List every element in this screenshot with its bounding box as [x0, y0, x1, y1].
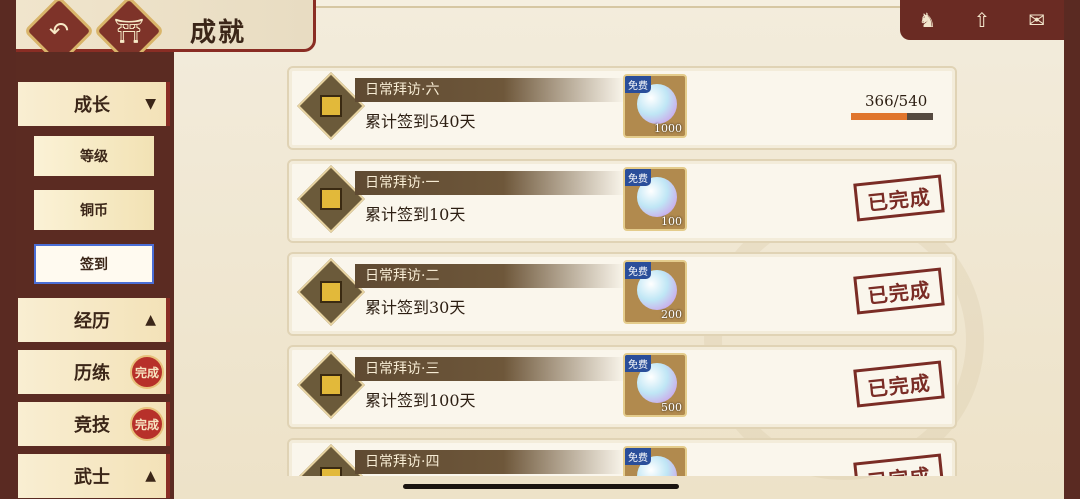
- top-strip: [300, 0, 900, 8]
- home-indicator[interactable]: [403, 484, 679, 489]
- achievement-desc: 累计签到30天: [365, 298, 466, 317]
- free-tag: 免费: [625, 355, 651, 372]
- achievement-name: 日常拜访·三: [355, 357, 625, 381]
- achievement-card: 日常拜访·六 累计签到540天 免费 1000 366/540: [287, 66, 957, 150]
- reward-qty: 1000: [654, 122, 682, 135]
- achievement-card: 日常拜访·二 累计签到30天 免费 200 已完成: [287, 252, 957, 336]
- completed-stamp: 已完成: [853, 453, 945, 476]
- achievement-name: 日常拜访·一: [355, 171, 625, 195]
- complete-badge-icon: 完成: [130, 355, 164, 389]
- reward-qty: 500: [661, 401, 682, 414]
- top-right-toolbar: ♞ ⇧ ✉: [900, 0, 1064, 40]
- sidebar: 成长 ▼ 等级 铜币 签到 经历 ▲ 历练 完成 竞技 完成 武士 ▲: [16, 52, 174, 499]
- left-frame: [0, 0, 16, 499]
- sidebar-sub-label: 等级: [80, 149, 108, 165]
- reward-item[interactable]: 免费 100: [623, 167, 687, 231]
- reward-qty: 200: [661, 308, 682, 321]
- page-title: 成就: [190, 18, 247, 48]
- sidebar-item-label: 竞技: [74, 415, 110, 436]
- sidebar-sub-label: 铜币: [80, 203, 108, 219]
- achievement-card: 日常拜访·三 累计签到100天 免费 500 已完成: [287, 345, 957, 429]
- reward-item[interactable]: 免费: [623, 446, 687, 476]
- complete-badge-icon: 完成: [130, 407, 164, 441]
- free-tag: 免费: [625, 76, 651, 93]
- home-gate-icon: ⛩: [113, 17, 145, 45]
- sidebar-item-growth[interactable]: 成长 ▼: [18, 82, 170, 126]
- sidebar-item-arena[interactable]: 竞技 完成: [18, 402, 170, 446]
- achievement-name: 日常拜访·二: [355, 264, 625, 288]
- achievement-name: 日常拜访·四: [355, 450, 625, 474]
- achievement-list[interactable]: 日常拜访·六 累计签到540天 免费 1000 366/540 日常拜访·一 累…: [280, 58, 970, 476]
- helmet-icon[interactable]: ♞: [912, 7, 942, 33]
- sidebar-sub-label: 签到: [80, 257, 108, 273]
- reward-qty: 100: [661, 215, 682, 228]
- progress-fill: [851, 113, 907, 120]
- back-arrow-icon: ↶: [48, 17, 70, 45]
- achievement-desc: 累计签到540天: [365, 112, 476, 131]
- sidebar-item-label: 武士: [74, 467, 110, 488]
- completed-stamp: 已完成: [853, 267, 945, 315]
- sidebar-item-label: 历练: [74, 363, 110, 384]
- chevron-down-icon: ▼: [145, 96, 156, 112]
- sidebar-item-samurai[interactable]: 武士 ▲: [18, 454, 170, 498]
- upgrade-arrow-icon[interactable]: ⇧: [967, 7, 997, 33]
- reward-item[interactable]: 免费 500: [623, 353, 687, 417]
- sidebar-item-experience[interactable]: 经历 ▲: [18, 298, 170, 342]
- progress-text: 366/540: [865, 92, 928, 110]
- completed-stamp: 已完成: [853, 174, 945, 222]
- sidebar-sub-level[interactable]: 等级: [34, 136, 154, 176]
- completed-stamp: 已完成: [853, 360, 945, 408]
- chevron-up-icon: ▲: [145, 468, 156, 484]
- sidebar-sub-signin[interactable]: 签到: [34, 244, 154, 284]
- sidebar-item-label: 成长: [74, 95, 110, 116]
- reward-item[interactable]: 免费 200: [623, 260, 687, 324]
- achievement-card: 日常拜访·一 累计签到10天 免费 100 已完成: [287, 159, 957, 243]
- achievement-card: 日常拜访·四 免费 已完成: [287, 438, 957, 476]
- achievement-desc: 累计签到10天: [365, 205, 466, 224]
- sidebar-item-training[interactable]: 历练 完成: [18, 350, 170, 394]
- progress-bar: [851, 113, 933, 120]
- chevron-up-icon: ▲: [145, 312, 156, 328]
- free-tag: 免费: [625, 262, 651, 279]
- achievement-desc: 累计签到100天: [365, 391, 476, 410]
- mail-icon[interactable]: ✉: [1022, 7, 1052, 33]
- free-tag: 免费: [625, 448, 651, 465]
- reward-item[interactable]: 免费 1000: [623, 74, 687, 138]
- free-tag: 免费: [625, 169, 651, 186]
- sidebar-item-label: 经历: [74, 311, 110, 332]
- sidebar-sub-copper[interactable]: 铜币: [34, 190, 154, 230]
- achievement-name: 日常拜访·六: [355, 78, 625, 102]
- right-frame: [1064, 0, 1080, 499]
